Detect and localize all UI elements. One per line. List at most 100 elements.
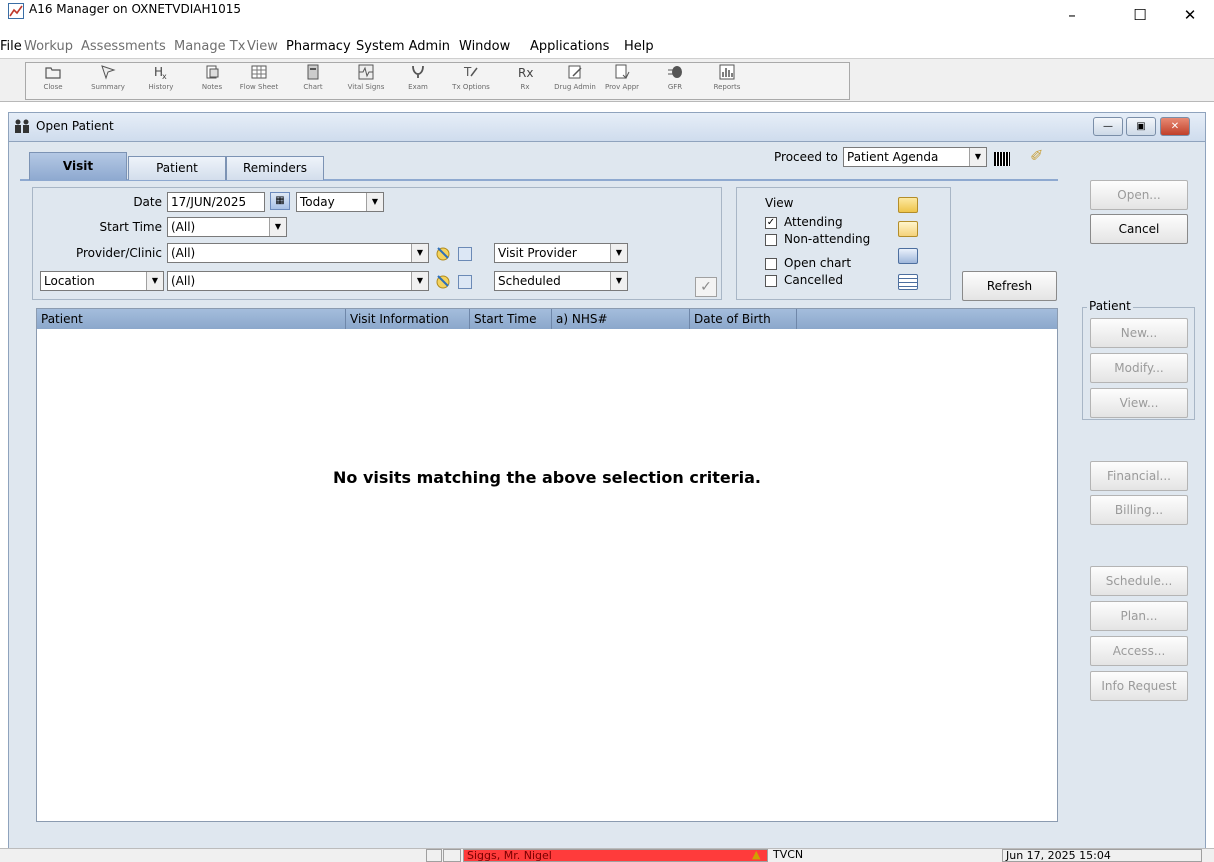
child-close-button[interactable]: ✕ bbox=[1160, 117, 1190, 136]
tab-reminders[interactable]: Reminders bbox=[226, 156, 324, 180]
menu-workup[interactable]: Workup bbox=[24, 39, 73, 54]
toolbar-chart-button[interactable]: Chart bbox=[288, 64, 338, 98]
toolbar-rx-button[interactable]: Rx Rx bbox=[500, 64, 550, 98]
menu-pharmacy[interactable]: Pharmacy bbox=[286, 39, 351, 54]
child-window-title: Open Patient bbox=[36, 119, 114, 133]
toolbar-notes-button[interactable]: Notes bbox=[187, 64, 237, 98]
cancel-button[interactable]: Cancel bbox=[1090, 214, 1188, 244]
visit-status-select[interactable]: Scheduled ▼ bbox=[494, 271, 628, 291]
date-input[interactable]: 17/JUN/2025 bbox=[167, 192, 265, 212]
summary-icon bbox=[101, 65, 116, 80]
chevron-down-icon: ▼ bbox=[411, 272, 428, 290]
chevron-down-icon: ▼ bbox=[610, 272, 627, 290]
toolbar-drug-admin-button[interactable]: Drug Admin bbox=[550, 64, 600, 98]
access-button[interactable]: Access... bbox=[1090, 636, 1188, 666]
menu-help[interactable]: Help bbox=[624, 39, 654, 54]
calendar-icon[interactable]: ▦ bbox=[270, 192, 290, 210]
refresh-button[interactable]: Refresh bbox=[962, 271, 1057, 301]
rx-icon: Rx bbox=[518, 66, 533, 80]
toolbar-prov-appr-button[interactable]: Prov Appr bbox=[597, 64, 647, 98]
provider-clinic-label: Provider/Clinic bbox=[75, 246, 162, 260]
location-select[interactable]: (All) ▼ bbox=[167, 271, 429, 291]
barcode-icon[interactable] bbox=[994, 152, 1010, 166]
provider-clear-icon[interactable] bbox=[458, 247, 472, 261]
start-time-label: Start Time bbox=[99, 220, 163, 234]
menu-applications[interactable]: Applications bbox=[530, 39, 609, 54]
svg-text:Rx: Rx bbox=[518, 66, 533, 80]
proceed-to-select[interactable]: Patient Agenda ▼ bbox=[843, 147, 987, 167]
maximize-icon[interactable]: ☐ bbox=[1128, 6, 1152, 24]
child-minimize-button[interactable]: — bbox=[1093, 117, 1123, 136]
child-title-bar bbox=[8, 112, 1206, 142]
schedule-button[interactable]: Schedule... bbox=[1090, 566, 1188, 596]
toolbar-exam-button[interactable]: Exam bbox=[393, 64, 443, 98]
reports-icon bbox=[719, 64, 735, 80]
chevron-down-icon: ▼ bbox=[610, 244, 627, 262]
column-nhs-number[interactable]: a) NHS# bbox=[552, 309, 690, 329]
date-label: Date bbox=[133, 195, 162, 209]
toolbar-reports-button[interactable]: Reports bbox=[702, 64, 752, 98]
plan-button[interactable]: Plan... bbox=[1090, 601, 1188, 631]
flow-sheet-icon bbox=[251, 65, 267, 79]
print-icon bbox=[898, 248, 918, 264]
info-request-button[interactable]: Info Request bbox=[1090, 671, 1188, 701]
toolbar-tx-options-button[interactable]: T Tx Options bbox=[446, 64, 496, 98]
child-restore-button[interactable]: ▣ bbox=[1126, 117, 1156, 136]
menu-manage-tx[interactable]: Manage Tx bbox=[174, 39, 245, 54]
folder-icon bbox=[45, 67, 61, 79]
toolbar-gfr-button[interactable]: GFR bbox=[650, 64, 700, 98]
visits-grid[interactable] bbox=[36, 308, 1058, 822]
date-range-select[interactable]: Today ▼ bbox=[296, 192, 384, 212]
toolbar-vital-signs-button[interactable]: Vital Signs bbox=[341, 64, 391, 98]
location-clear-icon[interactable] bbox=[458, 275, 472, 289]
column-visit-information[interactable]: Visit Information bbox=[346, 309, 470, 329]
provider-clinic-select[interactable]: (All) ▼ bbox=[167, 243, 429, 263]
provider-type-select[interactable]: Visit Provider ▼ bbox=[494, 243, 628, 263]
location-search-icon[interactable] bbox=[435, 273, 452, 290]
column-extra[interactable] bbox=[797, 309, 1057, 329]
cancelled-list-icon bbox=[898, 274, 918, 290]
modify-patient-button[interactable]: Modify... bbox=[1090, 353, 1188, 383]
status-cell-1 bbox=[426, 849, 442, 862]
warning-icon: ▲ bbox=[752, 848, 761, 861]
close-icon[interactable]: ✕ bbox=[1178, 6, 1202, 24]
chevron-down-icon: ▼ bbox=[146, 272, 163, 290]
open-chart-checkbox[interactable] bbox=[765, 258, 777, 270]
financial-button[interactable]: Financial... bbox=[1090, 461, 1188, 491]
toolbar-close-button[interactable]: Close bbox=[28, 64, 78, 98]
column-patient[interactable]: Patient bbox=[37, 309, 346, 329]
non-attending-label: Non-attending bbox=[784, 232, 871, 246]
menu-view[interactable]: View bbox=[247, 39, 278, 54]
open-folder-icon bbox=[898, 197, 918, 213]
column-date-of-birth[interactable]: Date of Birth bbox=[690, 309, 797, 329]
open-button[interactable]: Open... bbox=[1090, 180, 1188, 210]
attending-checkbox[interactable]: ✓ bbox=[765, 217, 777, 229]
empty-grid-message: No visits matching the above selection c… bbox=[333, 468, 761, 487]
menu-window[interactable]: Window bbox=[459, 39, 510, 54]
billing-button[interactable]: Billing... bbox=[1090, 495, 1188, 525]
menu-file[interactable]: File bbox=[0, 39, 22, 54]
toolbar-history-button[interactable]: Hx History bbox=[136, 64, 186, 98]
tab-patient[interactable]: Patient bbox=[128, 156, 226, 180]
apply-checkmark-icon[interactable]: ✓ bbox=[695, 277, 717, 297]
tab-visit[interactable]: Visit bbox=[29, 152, 127, 180]
tx-options-icon: T bbox=[463, 65, 478, 79]
menu-system-admin[interactable]: System Admin bbox=[356, 39, 450, 54]
location-type-select[interactable]: Location ▼ bbox=[40, 271, 164, 291]
non-attending-checkbox[interactable] bbox=[765, 234, 777, 246]
proceed-to-label: Proceed to bbox=[774, 150, 838, 164]
new-patient-button[interactable]: New... bbox=[1090, 318, 1188, 348]
start-time-select[interactable]: (All) ▼ bbox=[167, 217, 287, 237]
menu-assessments[interactable]: Assessments bbox=[81, 39, 166, 54]
view-patient-button[interactable]: View... bbox=[1090, 388, 1188, 418]
toolbar-flow-sheet-button[interactable]: Flow Sheet bbox=[234, 64, 284, 98]
cancelled-checkbox[interactable] bbox=[765, 275, 777, 287]
notes-icon bbox=[206, 65, 219, 79]
toolbar-summary-button[interactable]: Summary bbox=[83, 64, 133, 98]
status-cell-2 bbox=[443, 849, 461, 862]
column-start-time[interactable]: Start Time bbox=[470, 309, 552, 329]
minimize-icon[interactable]: – bbox=[1060, 6, 1084, 24]
status-datetime: Jun 17, 2025 15:04 bbox=[1002, 849, 1202, 862]
edit-icon[interactable]: ✐ bbox=[1030, 146, 1043, 165]
provider-search-icon[interactable] bbox=[435, 245, 452, 262]
